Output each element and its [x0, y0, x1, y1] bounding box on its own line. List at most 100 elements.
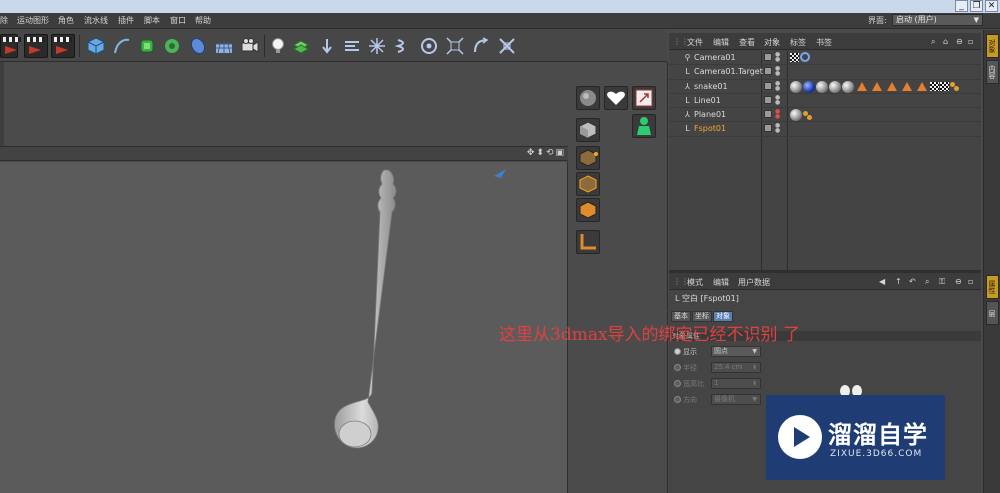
- tab-attributes[interactable]: 属性: [986, 275, 999, 299]
- material-tag-icon[interactable]: [803, 80, 815, 93]
- om-menu-edit[interactable]: 编辑: [713, 37, 729, 48]
- material-tags-icon[interactable]: [289, 34, 313, 58]
- render-picture-viewer-icon[interactable]: [24, 34, 48, 58]
- edges-mode-icon[interactable]: [576, 172, 600, 196]
- visibility-dots-icon[interactable]: ● ●: [775, 109, 780, 120]
- menu-item-script[interactable]: 脚本: [144, 15, 160, 26]
- panel-maximize-icon[interactable]: ▫: [968, 37, 973, 46]
- orientation-select[interactable]: 摄像机 ▼: [711, 394, 761, 405]
- twist-icon[interactable]: [391, 34, 415, 58]
- layer-toggle-icon[interactable]: [764, 67, 772, 76]
- search-icon[interactable]: ⌕: [931, 37, 935, 47]
- material-tag-icon[interactable]: [790, 109, 802, 122]
- align-icon[interactable]: [340, 34, 364, 58]
- polygon-selection-tag-icon[interactable]: [917, 82, 927, 92]
- material-tag-icon[interactable]: [816, 80, 828, 93]
- floor-scene-icon[interactable]: [212, 34, 236, 58]
- render-settings-icon[interactable]: [51, 34, 75, 58]
- snap-down-icon[interactable]: [315, 34, 339, 58]
- material-tag-icon[interactable]: [842, 80, 854, 93]
- layer-toggle-icon[interactable]: [764, 53, 772, 61]
- render-view-icon[interactable]: [0, 34, 21, 58]
- am-menu-user-data[interactable]: 用户数据: [738, 277, 770, 288]
- model-mode-icon[interactable]: [576, 118, 600, 142]
- move-view-icon[interactable]: ✥: [527, 148, 535, 158]
- layer-toggle-icon[interactable]: [764, 124, 772, 133]
- material-tag-icon[interactable]: [790, 80, 802, 93]
- polygons-mode-icon[interactable]: [576, 198, 600, 222]
- sculpt-icon[interactable]: [576, 86, 600, 110]
- bend-icon[interactable]: [469, 34, 493, 58]
- visibility-dots-icon[interactable]: ● ●: [775, 94, 780, 105]
- visibility-dots-icon[interactable]: ● ●: [775, 80, 780, 91]
- subdivision-surface-icon[interactable]: [135, 34, 159, 58]
- restore-button[interactable]: ❐: [970, 0, 983, 12]
- character-icon[interactable]: [632, 114, 656, 138]
- heart-icon[interactable]: [604, 86, 628, 110]
- point-selection-tag-icon[interactable]: [950, 82, 959, 92]
- radius-input[interactable]: 25.4 cm ⬍: [711, 362, 761, 373]
- object-row-camera01-target[interactable]: L Camera01.Target ● ●: [669, 65, 981, 80]
- lock-icon[interactable]: ⚿: [939, 277, 945, 287]
- menu-item-character[interactable]: 角色: [58, 15, 74, 26]
- visibility-dots-icon[interactable]: ● ●: [775, 52, 780, 63]
- object-row-plane01[interactable]: ⅄ Plane01 ● ●: [669, 108, 981, 123]
- search-icon[interactable]: ⌕: [925, 277, 929, 287]
- am-menu-edit[interactable]: 编辑: [713, 277, 729, 288]
- am-menu-mode[interactable]: 模式: [687, 277, 703, 288]
- axis-mode-icon[interactable]: [576, 230, 600, 254]
- checker-tag-icon[interactable]: [940, 82, 949, 92]
- 3d-viewport[interactable]: [0, 162, 568, 493]
- object-row-camera01[interactable]: ⚲ Camera01 ● ●: [669, 51, 981, 66]
- layer-toggle-icon[interactable]: [764, 81, 772, 90]
- tab-layers[interactable]: 层: [986, 301, 999, 325]
- om-menu-tags[interactable]: 标签: [790, 37, 806, 48]
- explode-icon[interactable]: [443, 34, 467, 58]
- material-tag-icon[interactable]: [829, 80, 841, 93]
- up-arrow-icon[interactable]: ↑: [895, 277, 902, 286]
- zoom-view-icon[interactable]: ⬍: [536, 148, 544, 158]
- layout-select[interactable]: 启动 (用户) ▼: [892, 14, 983, 26]
- display-select[interactable]: 圆点 ▼: [711, 346, 761, 357]
- close-button[interactable]: ✕: [985, 0, 998, 12]
- object-row-fspot01[interactable]: L Fspot01 ● ●: [669, 122, 981, 137]
- points-mode-icon[interactable]: [576, 146, 600, 170]
- visibility-dots-icon[interactable]: ● ●: [775, 123, 780, 134]
- menu-item-help[interactable]: 帮助: [195, 15, 211, 26]
- animate-toggle[interactable]: [674, 380, 681, 387]
- tab-objects[interactable]: 对象: [986, 34, 999, 58]
- cube-icon[interactable]: [84, 34, 108, 58]
- layer-toggle-icon[interactable]: [764, 110, 772, 119]
- history-icon[interactable]: ↶: [909, 277, 916, 286]
- target-tag-icon[interactable]: [800, 52, 810, 62]
- menu-item-window[interactable]: 窗口: [170, 15, 186, 26]
- maximize-view-icon[interactable]: ▣: [555, 148, 564, 158]
- camera-icon[interactable]: [238, 34, 262, 58]
- panel-maximize-icon[interactable]: ▫: [968, 277, 973, 286]
- animate-toggle[interactable]: [674, 364, 681, 371]
- light-bulb-icon[interactable]: [266, 34, 290, 58]
- menu-item-plugins[interactable]: 插件: [118, 15, 134, 26]
- object-row-snake01[interactable]: ⅄ snake01 ● ●: [669, 80, 981, 94]
- minimize-button[interactable]: _: [955, 0, 968, 12]
- checker-tag-icon[interactable]: [930, 82, 939, 92]
- panel-options-icon[interactable]: ⊖: [955, 277, 962, 286]
- visibility-dots-icon[interactable]: ● ●: [775, 66, 780, 77]
- xpresso-icon[interactable]: [632, 86, 656, 110]
- layer-toggle-icon[interactable]: [764, 95, 772, 104]
- om-menu-objects[interactable]: 对象: [764, 37, 780, 48]
- tab-content-browser[interactable]: 内容: [986, 60, 999, 84]
- collapse-icon[interactable]: [495, 34, 519, 58]
- rotate-view-icon[interactable]: ⟲: [546, 148, 554, 158]
- polygon-selection-tag-icon[interactable]: [872, 82, 882, 92]
- checker-tag-icon[interactable]: [790, 52, 799, 62]
- scatter-icon[interactable]: [365, 34, 389, 58]
- aspect-ratio-input[interactable]: 1 ⬍: [711, 378, 761, 389]
- back-arrow-icon[interactable]: ◀: [879, 277, 885, 286]
- animate-toggle[interactable]: [674, 396, 681, 403]
- object-row-line01[interactable]: L Line01 ● ●: [669, 94, 981, 109]
- menu-item-delete[interactable]: 除: [0, 15, 8, 26]
- polygon-selection-tag-icon[interactable]: [887, 82, 897, 92]
- panel-options-icon[interactable]: ⊖: [956, 37, 963, 46]
- om-menu-file[interactable]: 文件: [687, 37, 703, 48]
